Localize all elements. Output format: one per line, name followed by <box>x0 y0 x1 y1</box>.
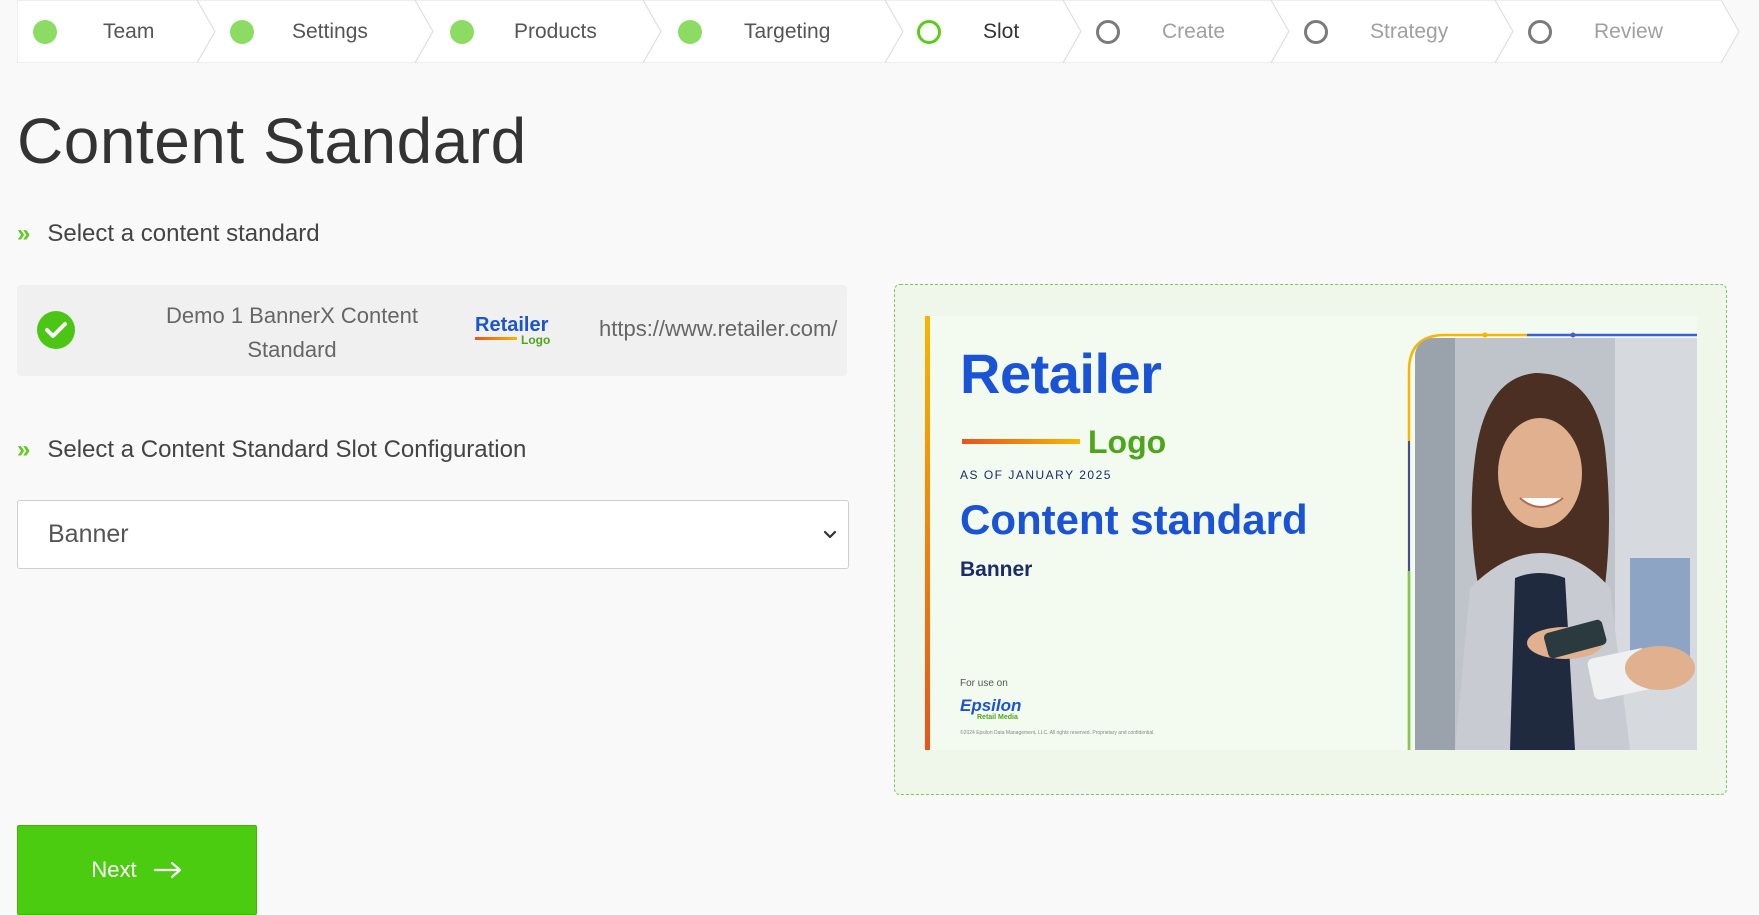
for-use-on-label: For use on <box>960 678 1008 689</box>
step-review[interactable]: Review <box>1528 0 1663 63</box>
step-label: Products <box>514 19 597 43</box>
fine-print: ©2024 Epsilon Data Management, LLC. All … <box>960 730 1155 736</box>
step-create[interactable]: Create <box>1096 0 1225 63</box>
accent-line <box>925 316 930 750</box>
content-standard-preview: Retailer Logo AS OF JANUARY 2025 Content… <box>894 284 1727 795</box>
step-targeting[interactable]: Targeting <box>678 0 830 63</box>
step-complete-icon <box>230 19 254 44</box>
step-label: Settings <box>292 19 368 43</box>
preview-headline: Content standard <box>960 496 1308 543</box>
step-pending-icon <box>1304 19 1328 44</box>
step-label: Targeting <box>744 19 831 43</box>
section-heading-content-standard: » Select a content standard <box>17 220 320 248</box>
double-chevron-right-icon: » <box>17 436 30 463</box>
content-standard-url: https://www.retailer.com/ <box>599 316 838 341</box>
step-label: Strategy <box>1370 19 1449 43</box>
step-team[interactable]: Team <box>33 0 154 63</box>
step-products[interactable]: Products <box>450 0 597 63</box>
content-standard-option[interactable]: Demo 1 BannerX Content Standard Retailer… <box>17 285 847 376</box>
step-label: Create <box>1162 19 1226 43</box>
step-strategy[interactable]: Strategy <box>1304 0 1448 63</box>
retailer-logo: Retailer Logo <box>475 314 551 347</box>
select-value: Banner <box>48 520 129 548</box>
step-label: Review <box>1594 19 1663 43</box>
step-label: Team <box>103 19 155 43</box>
preview-subheadline: Banner <box>960 558 1033 581</box>
arrow-right-icon <box>153 861 181 879</box>
step-complete-icon <box>33 19 57 44</box>
step-current-icon <box>917 19 941 44</box>
epsilon-logo: Epsilon <box>960 696 1022 715</box>
step-label: Slot <box>983 19 1020 43</box>
step-complete-icon <box>450 19 474 44</box>
section-heading-text: Select a content standard <box>47 220 320 247</box>
chevron-down-icon <box>823 530 837 539</box>
step-slot[interactable]: Slot <box>917 0 1019 63</box>
as-of-date: AS OF JANUARY 2025 <box>960 468 1112 482</box>
retailer-logo-large: Retailer Logo <box>960 342 1167 461</box>
slot-configuration-select[interactable]: Banner <box>17 500 849 569</box>
checkmark-circle-icon <box>37 311 75 349</box>
step-complete-icon <box>678 19 702 44</box>
progress-stepper: Team Settings Products Targeting Slot Cr… <box>17 0 1740 63</box>
epsilon-logo-subtext: Retail Media <box>977 714 1018 721</box>
section-heading-text: Select a Content Standard Slot Configura… <box>47 436 527 463</box>
preview-slide: Retailer Logo AS OF JANUARY 2025 Content… <box>925 316 1697 750</box>
step-settings[interactable]: Settings <box>230 0 368 63</box>
next-button[interactable]: Next <box>17 825 257 915</box>
next-button-label: Next <box>91 857 137 882</box>
content-standard-name: Demo 1 BannerX Content Standard <box>166 303 418 362</box>
section-heading-slot-configuration: » Select a Content Standard Slot Configu… <box>17 436 526 464</box>
preview-photo <box>1415 338 1697 750</box>
step-pending-icon <box>1528 19 1552 44</box>
page-title: Content Standard <box>17 105 527 177</box>
double-chevron-right-icon: » <box>17 220 30 247</box>
step-pending-icon <box>1096 19 1120 44</box>
